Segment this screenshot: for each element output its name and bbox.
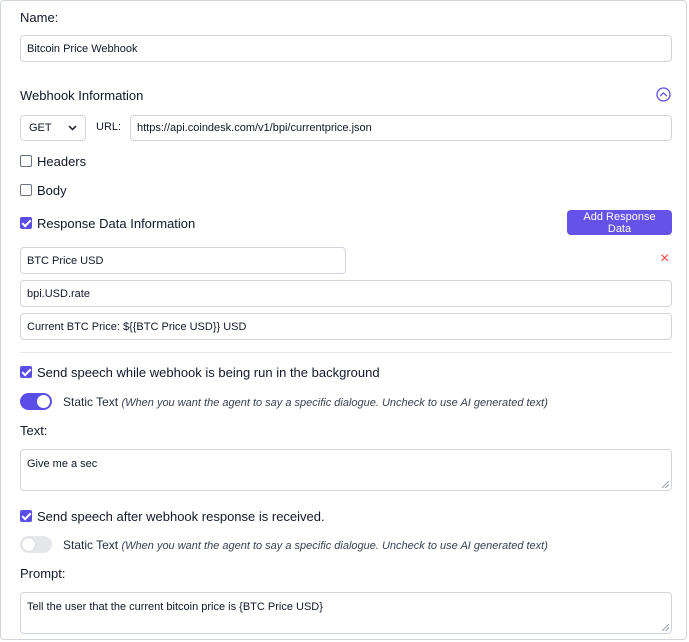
url-input-value: https://api.coindesk.com/v1/bpi/currentp…	[137, 122, 372, 134]
send-after-label: Send speech after webhook response is re…	[37, 509, 325, 524]
url-label: URL:	[96, 121, 122, 133]
toggle-knob-2	[22, 538, 35, 551]
method-select-value: GET	[29, 122, 52, 134]
resize-handle-2[interactable]	[662, 624, 669, 631]
name-input-value: Bitcoin Price Webhook	[27, 42, 138, 55]
static-text-row: Static Text (When you want the agent to …	[63, 395, 548, 409]
static-text-toggle-2[interactable]	[20, 536, 52, 553]
response-path-input[interactable]: bpi.USD.rate	[20, 280, 672, 307]
headers-checkbox[interactable]	[20, 155, 32, 167]
text-textarea[interactable]: Give me a sec	[20, 449, 672, 491]
text-label: Text:	[20, 423, 48, 438]
response-data-checkbox[interactable]	[20, 217, 32, 229]
name-input[interactable]: Bitcoin Price Webhook	[20, 35, 672, 62]
webhook-info-heading: Webhook Information	[20, 88, 144, 103]
static-text-row-2: Static Text (When you want the agent to …	[63, 538, 548, 552]
chevron-down-icon	[68, 122, 77, 134]
add-response-data-button[interactable]: Add Response Data	[567, 210, 672, 235]
body-label: Body	[37, 183, 67, 198]
static-text-label-2: Static Text	[63, 538, 119, 552]
headers-label: Headers	[37, 154, 87, 169]
prompt-textarea-value: Tell the user that the current bitcoin p…	[27, 601, 323, 613]
response-name-value: BTC Price USD	[27, 254, 104, 267]
prompt-textarea[interactable]: Tell the user that the current bitcoin p…	[20, 592, 672, 634]
prompt-label: Prompt:	[20, 566, 66, 581]
chevron-up-circle-icon[interactable]	[656, 87, 671, 102]
method-select[interactable]: GET	[20, 115, 86, 141]
url-input[interactable]: https://api.coindesk.com/v1/bpi/currentp…	[130, 115, 672, 141]
send-after-checkbox[interactable]	[20, 510, 32, 522]
close-icon[interactable]: ×	[660, 251, 669, 267]
response-name-input[interactable]: BTC Price USD	[20, 247, 346, 274]
name-label: Name:	[20, 10, 59, 25]
response-template-value: Current BTC Price: ${{BTC Price USD}} US…	[27, 320, 247, 333]
toggle-knob	[37, 395, 50, 408]
send-bg-checkbox[interactable]	[20, 366, 32, 378]
static-text-hint-2: (When you want the agent to say a specif…	[121, 540, 548, 552]
webhook-form-panel: Name: Bitcoin Price Webhook Webhook Info…	[0, 0, 687, 640]
send-bg-label: Send speech while webhook is being run i…	[37, 365, 380, 380]
resize-handle[interactable]	[662, 481, 669, 488]
static-text-hint: (When you want the agent to say a specif…	[121, 397, 548, 409]
body-checkbox[interactable]	[20, 184, 32, 196]
response-path-value: bpi.USD.rate	[27, 287, 90, 300]
text-textarea-value: Give me a sec	[27, 458, 98, 470]
response-template-input[interactable]: Current BTC Price: ${{BTC Price USD}} US…	[20, 313, 672, 340]
section-divider	[20, 352, 672, 353]
response-data-label: Response Data Information	[37, 216, 196, 231]
static-text-toggle[interactable]	[20, 393, 52, 410]
static-text-label: Static Text	[63, 395, 119, 409]
